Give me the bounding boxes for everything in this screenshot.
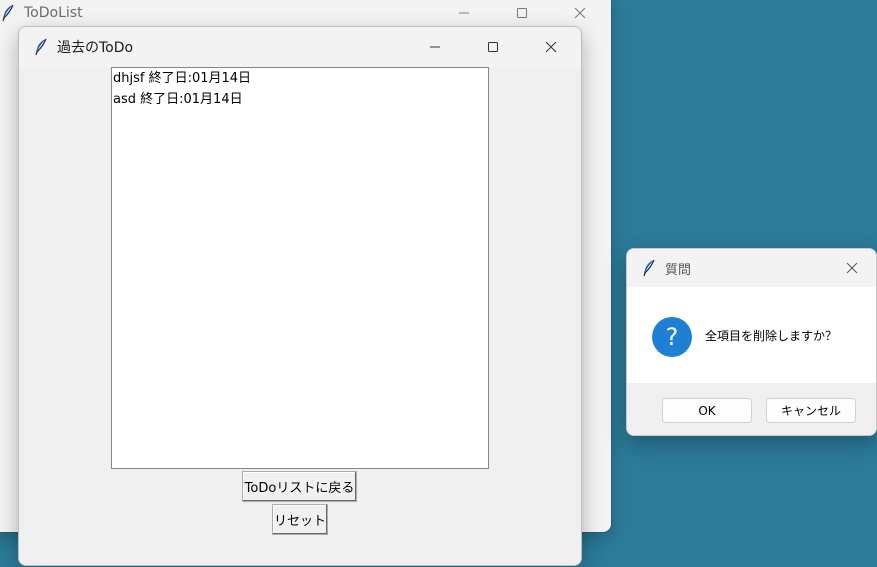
maximize-button[interactable] <box>464 27 522 67</box>
minimize-icon <box>430 46 440 48</box>
window-title: 過去のToDo <box>57 40 134 56</box>
maximize-icon <box>488 42 498 52</box>
cancel-button[interactable]: キャンセル <box>766 398 856 423</box>
close-button[interactable] <box>522 27 580 67</box>
question-dialog: 質問 ? 全項目を削除しますか？ OK キャンセル <box>626 248 877 436</box>
window-title: ToDoList <box>24 5 83 21</box>
past-todo-listbox[interactable]: dhjsf 終了日:01月14日 asd 終了日:01月14日 <box>111 67 489 469</box>
dialog-title: 質問 <box>665 262 692 278</box>
close-button[interactable] <box>826 249 876 287</box>
close-icon <box>846 262 858 274</box>
close-icon <box>574 7 586 19</box>
back-to-todolist-button[interactable]: ToDoリストに戻る <box>242 471 357 502</box>
maximize-icon <box>517 8 527 18</box>
feather-icon <box>0 4 16 22</box>
minimize-icon <box>459 12 469 14</box>
todolist-titlebar[interactable]: ToDoList <box>0 0 611 27</box>
past-todo-titlebar[interactable]: 過去のToDo <box>19 27 581 67</box>
reset-button[interactable]: リセット <box>272 504 328 535</box>
minimize-button[interactable] <box>435 0 493 27</box>
close-icon <box>545 41 557 53</box>
past-todo-window: 過去のToDo dhjsf 終了日:01月14日 asd 終了日:01月14日 … <box>18 26 582 566</box>
minimize-button[interactable] <box>406 27 464 67</box>
dialog-message: 全項目を削除しますか？ <box>705 329 838 343</box>
dialog-body: ? 全項目を削除しますか？ <box>627 287 876 383</box>
ok-button[interactable]: OK <box>662 398 752 423</box>
feather-icon <box>641 259 657 277</box>
list-item[interactable]: asd 終了日:01月14日 <box>112 89 488 110</box>
dialog-footer: OK キャンセル <box>627 383 876 435</box>
feather-icon <box>33 38 49 56</box>
close-button[interactable] <box>551 0 609 27</box>
dialog-titlebar[interactable]: 質問 <box>627 249 876 287</box>
question-icon: ? <box>652 317 692 357</box>
maximize-button[interactable] <box>493 0 551 27</box>
list-item[interactable]: dhjsf 終了日:01月14日 <box>112 68 488 89</box>
